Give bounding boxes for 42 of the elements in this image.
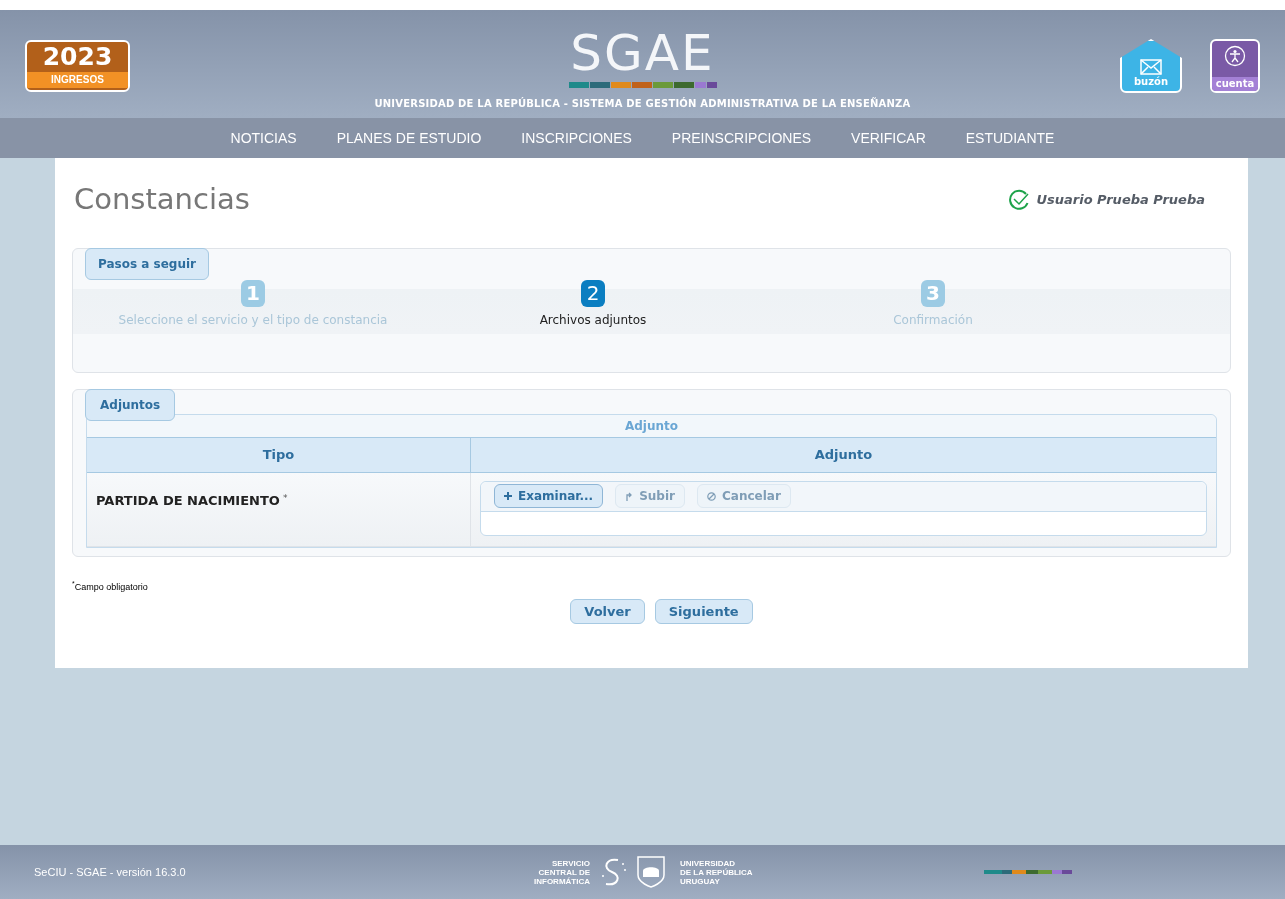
arrow-icon <box>625 491 634 501</box>
color-strip-icon <box>568 82 717 88</box>
building-emblem-icon <box>636 855 666 889</box>
footnote-text: $^{*}$Campo obligatorio <box>72 580 149 594</box>
year-badge[interactable]: 2023 INGRESOS <box>25 40 130 92</box>
step-label: Archivos adjuntos <box>539 311 647 329</box>
nav-link[interactable]: VERIFICAR <box>851 127 926 149</box>
column-header: Tipo <box>261 445 296 464</box>
site-subtitle: UNIVERSIDAD DE LA REPÚBLICA - SISTEMA DE GESTIÓN ADMINISTRATIVA DE LA ENSEÑANZA <box>374 96 911 111</box>
envelope-icon <box>1140 59 1162 75</box>
nav-link[interactable]: PREINSCRIPCIONES <box>671 127 812 149</box>
form-button[interactable]: Siguiente <box>654 599 753 624</box>
column-header: Adjunto <box>470 437 1216 472</box>
nav-link[interactable]: INSCRIPCIONES <box>521 127 632 149</box>
table-caption: Adjunto <box>87 414 1216 437</box>
university-name: UNIVERSIDAD DE LA REPÚBLICA URUGUAY <box>680 858 753 886</box>
mail-button[interactable]: buzón <box>1120 39 1182 93</box>
account-button[interactable]: cuenta <box>1210 39 1260 93</box>
user-name: Usuario Prueba Prueba <box>1036 191 1205 209</box>
fieldset-legend: Adjuntos <box>85 388 176 421</box>
institution-name: SERVICIO CENTRAL DE INFORMÁTICA <box>534 858 590 886</box>
form-button[interactable]: Volver <box>570 599 645 624</box>
step-label: Seleccione el servicio y el tipo de constancia <box>118 311 388 329</box>
nav-link[interactable]: ESTUDIANTE <box>965 127 1055 149</box>
person-icon <box>1224 45 1246 67</box>
color-strip-icon <box>984 870 1072 874</box>
nav-link[interactable]: NOTICIAS <box>230 127 297 149</box>
page-title: Constancias <box>73 181 250 218</box>
plus-icon <box>504 492 512 500</box>
site-logo[interactable]: SGAE <box>570 26 715 80</box>
step-number: 3 <box>921 279 945 307</box>
upload-button[interactable]: Examinar... <box>494 484 604 508</box>
step-number: 1 <box>241 279 265 307</box>
check-icon <box>1008 188 1031 211</box>
nav-link[interactable]: PLANES DE ESTUDIO <box>336 127 482 149</box>
fieldset-legend: Pasos a seguir <box>85 247 209 280</box>
cancel-icon <box>707 491 716 501</box>
version-text: SeCIU - SGAE - versión 16.3.0 <box>34 864 187 880</box>
step-label: Confirmación <box>893 311 973 329</box>
table-cell-text: PARTIDA DE NACIMIENTO <box>96 492 280 511</box>
required-mark: * <box>282 492 288 506</box>
step-number: 2 <box>581 279 605 307</box>
